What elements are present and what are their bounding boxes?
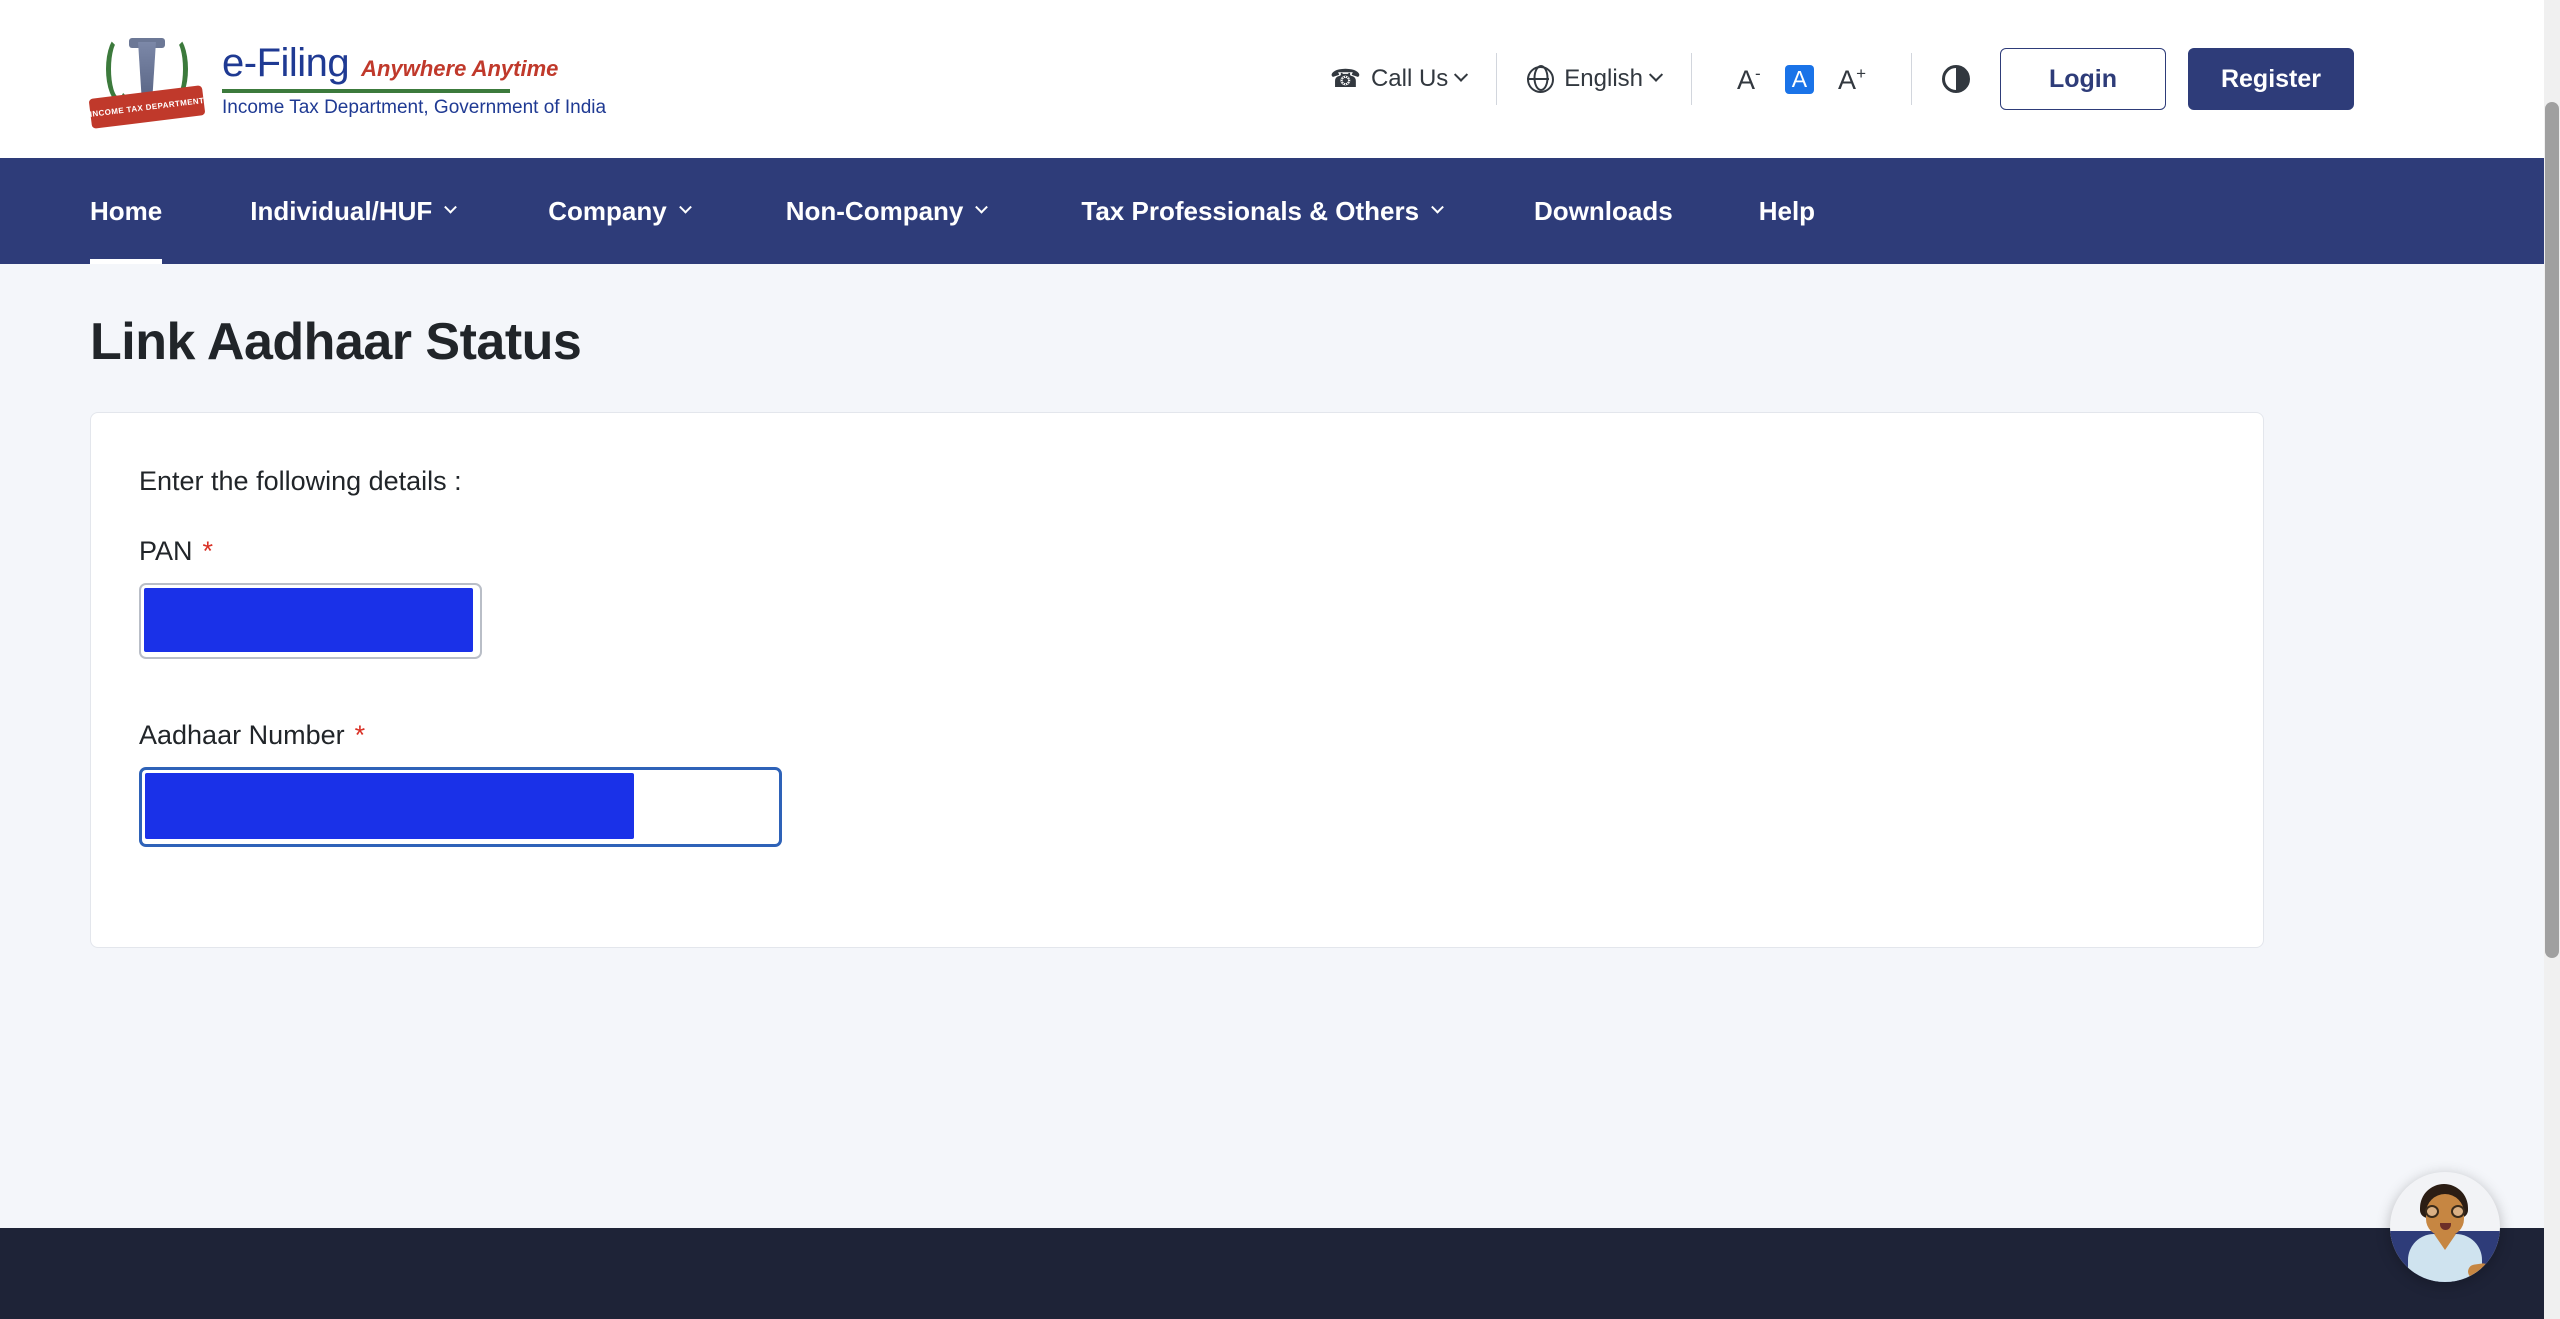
- nav-label: Tax Professionals & Others: [1081, 195, 1420, 226]
- font-normal-button[interactable]: A: [1784, 64, 1815, 94]
- emblem-ribbon: INCOME TAX DEPARTMENT: [88, 85, 206, 129]
- call-us-dropdown[interactable]: ☎ Call Us: [1329, 64, 1469, 93]
- nav-item-company[interactable]: Company: [548, 158, 692, 264]
- font-size-controls: A- A A+: [1722, 63, 1881, 96]
- nav-label: Home: [90, 195, 163, 226]
- brand-divider-rule: [222, 89, 510, 93]
- main-content: Link Aadhaar Status Enter the following …: [0, 264, 2544, 1319]
- site-footer: [0, 1228, 2544, 1319]
- nav-item-downloads[interactable]: Downloads: [1534, 158, 1673, 264]
- required-asterisk: *: [202, 536, 214, 566]
- chatbot-avatar-button[interactable]: [2390, 1172, 2500, 1282]
- nav-item-non-company[interactable]: Non-Company: [785, 158, 989, 264]
- chevron-down-icon: [1648, 67, 1664, 82]
- income-tax-emblem-icon: INCOME TAX DEPARTMENT: [88, 28, 206, 130]
- link-aadhaar-form-card: Enter the following details : PAN * Aadha…: [90, 412, 2264, 948]
- emblem-pillar-icon: [138, 42, 156, 94]
- page-root: INCOME TAX DEPARTMENT e-Filing Anywhere …: [0, 0, 2560, 1319]
- nav-item-individual-huf[interactable]: Individual/HUF: [250, 158, 458, 264]
- header-divider: [1911, 53, 1912, 105]
- font-increase-button[interactable]: A+: [1832, 63, 1872, 96]
- brand-text: e-Filing Anywhere Anytime Income Tax Dep…: [222, 39, 606, 119]
- phone-icon: ☎: [1329, 64, 1361, 93]
- pan-input[interactable]: [139, 583, 482, 659]
- nav-label: Non-Company: [785, 195, 964, 226]
- nav-item-home[interactable]: Home: [90, 158, 163, 264]
- aadhaar-number-input[interactable]: [139, 767, 782, 847]
- pan-input-selection-highlight: [144, 588, 473, 652]
- nav-label: Help: [1758, 195, 1816, 226]
- language-dropdown[interactable]: English: [1527, 65, 1664, 93]
- brand-tagline: Anywhere Anytime: [361, 56, 559, 81]
- chevron-down-icon: [444, 200, 458, 214]
- header-divider: [1496, 53, 1498, 105]
- nav-label: Downloads: [1534, 195, 1673, 226]
- page-scrollbar-thumb[interactable]: [2545, 102, 2559, 958]
- aadhaar-field-label: Aadhaar Number *: [139, 720, 366, 750]
- chevron-down-icon: [1454, 67, 1469, 82]
- chevron-down-icon: [975, 200, 989, 214]
- nav-label: Individual/HUF: [250, 195, 433, 226]
- page-scrollbar-track[interactable]: [2544, 0, 2560, 1319]
- font-decrease-button[interactable]: A-: [1731, 63, 1767, 96]
- page-title: Link Aadhaar Status: [90, 313, 582, 371]
- emblem-ribbon-text: INCOME TAX DEPARTMENT: [89, 95, 205, 119]
- chevron-down-icon: [678, 200, 692, 214]
- glasses-icon: [2425, 1205, 2465, 1218]
- aadhaar-input-selection-highlight: [145, 773, 634, 839]
- globe-icon: [1527, 65, 1555, 93]
- main-navigation: Home Individual/HUF Company Non-Company …: [0, 158, 2544, 264]
- login-button[interactable]: Login: [2000, 48, 2166, 110]
- nav-item-help[interactable]: Help: [1759, 158, 1815, 264]
- site-header: INCOME TAX DEPARTMENT e-Filing Anywhere …: [0, 0, 2544, 158]
- brand-title: e-Filing: [222, 41, 350, 85]
- register-button[interactable]: Register: [2188, 48, 2354, 110]
- chevron-down-icon: [1431, 200, 1444, 214]
- required-asterisk: *: [354, 720, 366, 750]
- header-divider: [1691, 53, 1693, 105]
- header-utility-bar: ☎ Call Us English A- A A+ Login Register: [1330, 48, 2354, 110]
- form-instruction: Enter the following details :: [139, 466, 462, 496]
- contrast-toggle-icon[interactable]: [1942, 65, 1970, 93]
- emblem-wreath-left: [106, 36, 132, 102]
- nav-item-tax-professionals[interactable]: Tax Professionals & Others: [1081, 158, 1444, 264]
- nav-label: Company: [548, 195, 667, 226]
- pan-field-label: PAN *: [139, 536, 214, 566]
- brand-department: Income Tax Department, Government of Ind…: [222, 97, 607, 118]
- call-us-label: Call Us: [1370, 65, 1449, 92]
- brand-logo[interactable]: INCOME TAX DEPARTMENT e-Filing Anywhere …: [88, 28, 606, 130]
- language-label: English: [1564, 65, 1644, 92]
